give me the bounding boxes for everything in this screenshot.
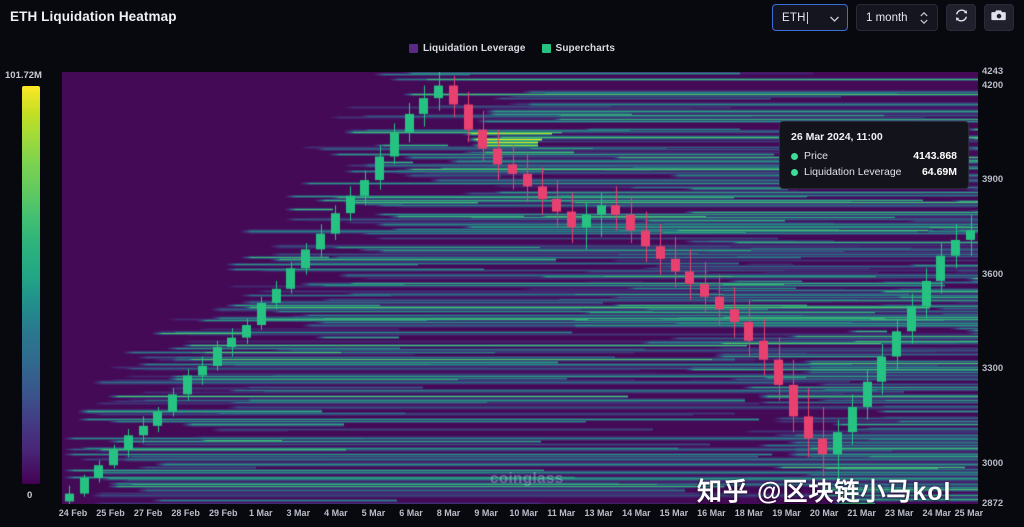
camera-icon bbox=[991, 8, 1007, 27]
page-title: ETH Liquidation Heatmap bbox=[10, 9, 177, 24]
y-axis-tick: 3300 bbox=[982, 363, 1004, 375]
x-axis-tick: 19 Mar bbox=[772, 508, 801, 518]
colorbar-max-label: 101.72M bbox=[5, 70, 42, 81]
price-dot-icon bbox=[791, 152, 798, 160]
app-header: ETH Liquidation Heatmap ETH 1 month bbox=[0, 0, 1024, 38]
colorbar-gradient bbox=[22, 86, 40, 484]
y-axis-tick: 4200 bbox=[982, 79, 1004, 91]
camera-button[interactable] bbox=[984, 4, 1014, 31]
refresh-button[interactable] bbox=[946, 4, 976, 31]
x-axis-tick: 20 Mar bbox=[809, 508, 839, 518]
tooltip-value: 64.69M bbox=[921, 166, 957, 178]
x-axis-tick: 14 Mar bbox=[622, 508, 651, 518]
x-axis-tick: 23 Mar bbox=[884, 508, 914, 518]
header-controls: ETH 1 month bbox=[772, 4, 1014, 31]
legend-label: Supercharts bbox=[555, 43, 616, 54]
x-axis-tick: 24 Feb bbox=[58, 508, 88, 518]
period-stepper[interactable]: 1 month bbox=[856, 4, 938, 31]
x-axis-tick: 13 Mar bbox=[584, 508, 614, 518]
hover-tooltip: 26 Mar 2024, 11:00 Price 4143.868 Liquid… bbox=[779, 121, 969, 189]
x-axis-tick: 28 Feb bbox=[171, 508, 200, 518]
price-axis: 4243 4200 3900 3600 3300 3000 2872 bbox=[980, 62, 1024, 512]
asset-select-value: ETH bbox=[782, 11, 806, 24]
liquidation-heatmap-app: ETH Liquidation Heatmap ETH 1 month Liqu… bbox=[0, 0, 1024, 527]
liquidation-dot-icon bbox=[791, 168, 798, 176]
y-axis-tick: 3900 bbox=[982, 174, 1004, 186]
text-caret bbox=[806, 11, 808, 24]
tooltip-value: 4143.868 bbox=[913, 150, 957, 162]
colorbar: 101.72M 0 bbox=[5, 70, 42, 501]
x-axis-tick: 1 Mar bbox=[249, 508, 273, 518]
x-axis-tick: 10 Mar bbox=[509, 508, 538, 518]
x-axis-tick: 6 Mar bbox=[399, 508, 423, 518]
tooltip-row-price: Price 4143.868 bbox=[791, 150, 957, 162]
coinglass-watermark: coinglass bbox=[490, 470, 564, 487]
legend-label: Liquidation Leverage bbox=[422, 43, 526, 54]
tooltip-label: Price bbox=[804, 150, 828, 162]
x-axis-tick: 27 Feb bbox=[133, 508, 163, 518]
y-axis-tick: 4243 bbox=[982, 66, 1004, 77]
chart-legend: Liquidation Leverage Supercharts bbox=[0, 43, 1024, 54]
x-axis-tick: 3 Mar bbox=[286, 508, 311, 518]
y-axis-tick: 3000 bbox=[982, 457, 1004, 469]
zhihu-watermark: 知乎 @区块链小马kol bbox=[697, 478, 952, 506]
legend-item-liquidation-leverage[interactable]: Liquidation Leverage bbox=[408, 43, 526, 54]
spinner-arrows-icon[interactable] bbox=[920, 11, 928, 24]
x-axis-tick: 11 Mar bbox=[547, 508, 576, 518]
y-axis-tick: 2872 bbox=[982, 498, 1004, 509]
asset-select[interactable]: ETH bbox=[772, 4, 848, 31]
x-axis-tick: 24 Mar bbox=[922, 508, 952, 518]
x-axis-tick: 5 Mar bbox=[361, 508, 386, 518]
refresh-icon bbox=[954, 8, 969, 28]
x-axis-tick: 4 Mar bbox=[324, 508, 348, 518]
period-stepper-value: 1 month bbox=[866, 11, 908, 24]
x-axis-tick: 16 Mar bbox=[697, 508, 726, 518]
date-axis: 24 Feb 25 Feb 27 Feb 28 Feb 29 Feb 1 Mar 3 Mar… bbox=[58, 508, 983, 524]
x-axis-tick: 9 Mar bbox=[474, 508, 498, 518]
tooltip-row-liquidation: Liquidation Leverage 64.69M bbox=[791, 166, 957, 178]
x-axis-tick: 25 Mar bbox=[954, 508, 984, 518]
legend-swatch-purple bbox=[408, 44, 418, 53]
x-axis-tick: 15 Mar bbox=[659, 508, 689, 518]
legend-item-supercharts[interactable]: Supercharts bbox=[541, 43, 616, 54]
x-axis-tick: 8 Mar bbox=[436, 508, 461, 518]
tooltip-label: Liquidation Leverage bbox=[804, 166, 902, 178]
x-axis-tick: 21 Mar bbox=[847, 508, 876, 518]
y-axis-tick: 3600 bbox=[982, 268, 1004, 280]
x-axis-tick: 29 Feb bbox=[208, 508, 238, 518]
chevron-down-icon bbox=[830, 9, 839, 27]
colorbar-min-label: 0 bbox=[27, 490, 33, 501]
tooltip-date: 26 Mar 2024, 11:00 bbox=[791, 131, 883, 143]
legend-swatch-green bbox=[541, 44, 551, 53]
x-axis-tick: 18 Mar bbox=[734, 508, 764, 518]
x-axis-tick: 25 Feb bbox=[96, 508, 125, 518]
